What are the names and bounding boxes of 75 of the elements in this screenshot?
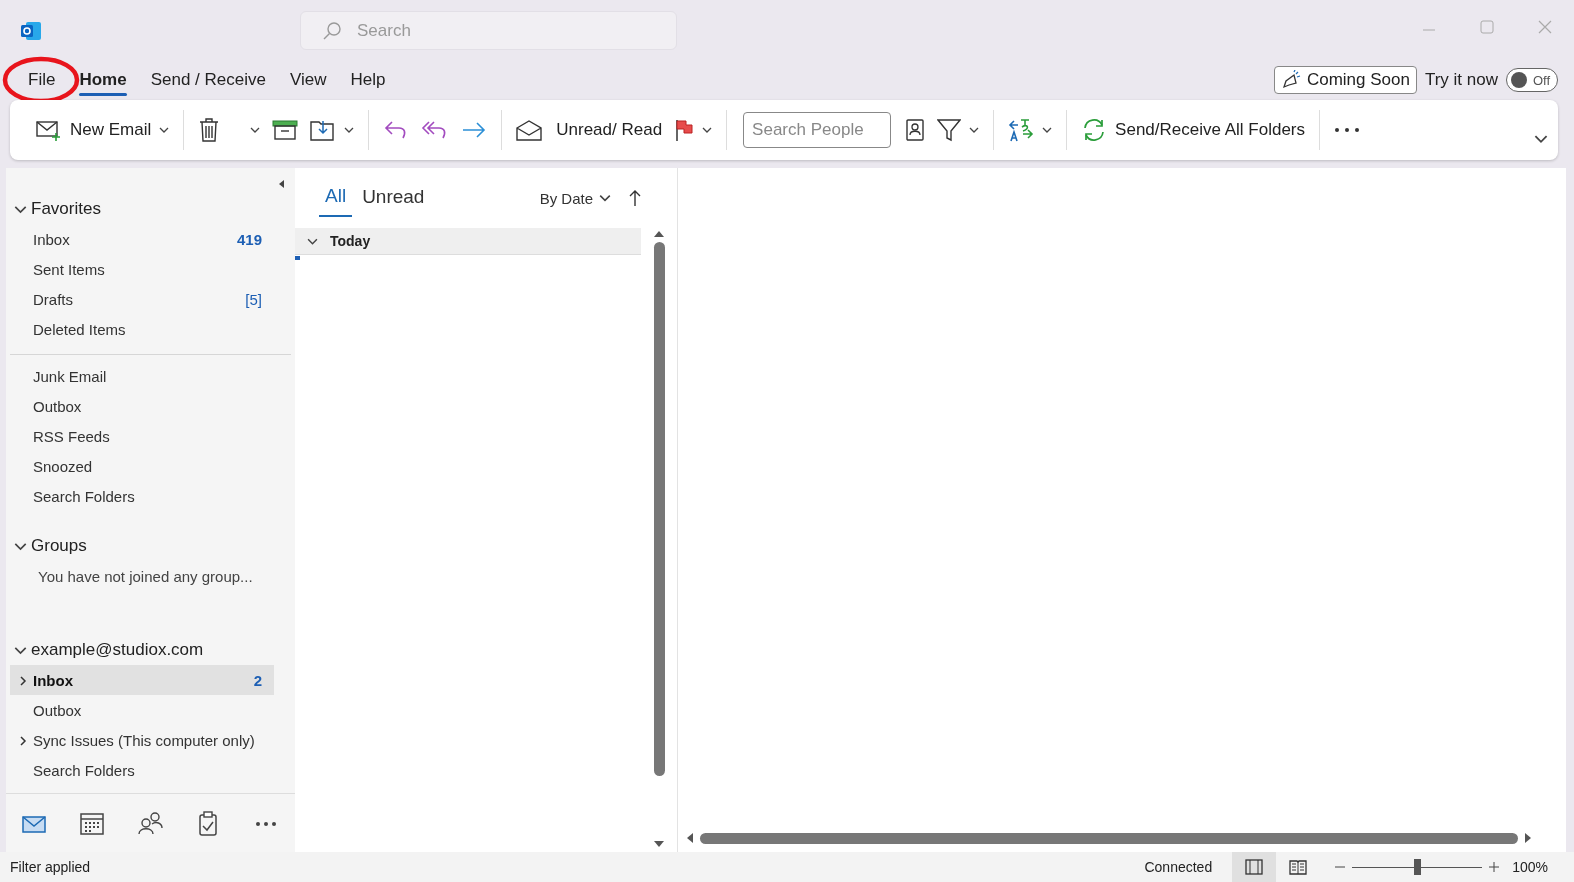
archive-icon — [272, 119, 299, 141]
collapse-pane-icon[interactable] — [277, 179, 285, 189]
filter-tab[interactable]: All — [319, 179, 353, 217]
book-icon — [1289, 858, 1308, 876]
menu-tab[interactable]: Send / Receive — [138, 64, 278, 96]
new-email-button[interactable]: New Email — [30, 115, 176, 145]
scroll-right-icon[interactable] — [1524, 833, 1532, 843]
section-header[interactable]: Favorites — [6, 194, 295, 224]
sort-dropdown[interactable]: By Date — [533, 188, 617, 208]
folder-item[interactable]: Outbox — [10, 695, 274, 725]
caret-icon — [1042, 125, 1053, 135]
search-icon — [322, 21, 342, 41]
groups-note: You have not joined any group... — [37, 566, 254, 587]
normal-view-icon — [1245, 858, 1264, 876]
connection-status: Connected — [1144, 859, 1213, 875]
folder-item[interactable]: Deleted Items — [10, 314, 274, 344]
toggle-switch[interactable]: Off — [1506, 68, 1558, 92]
caret-icon — [250, 125, 261, 135]
folder-item[interactable]: Inbox 419 — [10, 224, 274, 254]
zoom-level: 100% — [1512, 859, 1548, 875]
open-envelope-icon — [516, 119, 543, 141]
horizontal-scrollbar[interactable] — [686, 830, 1532, 846]
zoom-thumb[interactable] — [1414, 859, 1422, 875]
try-it-now-label: Try it now — [1424, 70, 1498, 90]
folder-item[interactable]: RSS Feeds — [10, 421, 274, 451]
coming-soon-button[interactable]: Coming Soon — [1273, 66, 1417, 94]
caret-icon — [702, 125, 713, 135]
caret-icon — [344, 125, 355, 135]
normal-view-button[interactable] — [1232, 852, 1277, 882]
new-mail-icon — [36, 119, 62, 141]
vertical-scrollbar[interactable] — [651, 230, 667, 848]
account-header[interactable]: example@studiox.com — [6, 635, 295, 665]
unread-count: 2 — [253, 671, 262, 689]
address-book-icon — [905, 118, 926, 142]
chevron-right-icon — [19, 675, 28, 686]
more-icon — [1334, 127, 1361, 133]
search-field[interactable]: Search — [300, 11, 677, 50]
search-people-field[interactable]: Search People — [743, 112, 892, 148]
group-header[interactable]: Today — [295, 228, 641, 255]
folder-item[interactable]: Junk Email — [10, 361, 274, 391]
unread-read-button[interactable]: Unread/ Read — [510, 115, 669, 145]
unread-count: 419 — [236, 230, 262, 248]
caret-icon — [969, 125, 980, 135]
section-header[interactable]: Groups — [6, 531, 295, 561]
app-logo-icon — [20, 20, 42, 42]
caret-icon — [159, 125, 170, 135]
filter-tab[interactable]: Unread — [356, 180, 431, 216]
translate-icon — [1008, 117, 1035, 143]
scroll-down-icon[interactable] — [654, 840, 664, 848]
menu-tab[interactable]: Home — [67, 64, 139, 96]
menu-tab[interactable]: View — [277, 64, 339, 96]
zoom-in-icon[interactable] — [1488, 861, 1501, 873]
send-receive-button[interactable]: Send/Receive All Folders — [1075, 113, 1312, 147]
chevron-down-icon — [599, 192, 611, 204]
folder-item[interactable]: Sent Items — [10, 254, 274, 284]
folder-item[interactable]: Snoozed — [10, 451, 274, 481]
megaphone-icon — [1280, 70, 1301, 90]
folder-item[interactable]: Drafts [5] — [10, 284, 274, 314]
folder-arrow-icon — [310, 118, 337, 142]
sort-direction-icon[interactable] — [629, 189, 641, 207]
scroll-up-icon[interactable] — [654, 230, 664, 238]
trash-icon — [198, 118, 221, 142]
folder-item[interactable]: Outbox — [10, 391, 274, 421]
chevron-right-icon — [19, 735, 28, 746]
flag-icon — [674, 118, 695, 142]
menu-tab[interactable]: Help — [338, 64, 398, 96]
scroll-left-icon[interactable] — [686, 833, 694, 843]
folder-item[interactable]: Inbox 2 — [10, 665, 274, 695]
people-icon[interactable] — [136, 809, 164, 837]
filter-icon — [937, 118, 962, 142]
folder-item[interactable]: Search Folders — [10, 755, 274, 785]
unread-count: [5] — [245, 290, 262, 308]
status-text: Filter applied — [10, 859, 91, 875]
folder-item[interactable]: Sync Issues (This computer only) — [10, 725, 274, 755]
folder-item[interactable]: Search Folders — [10, 481, 274, 511]
